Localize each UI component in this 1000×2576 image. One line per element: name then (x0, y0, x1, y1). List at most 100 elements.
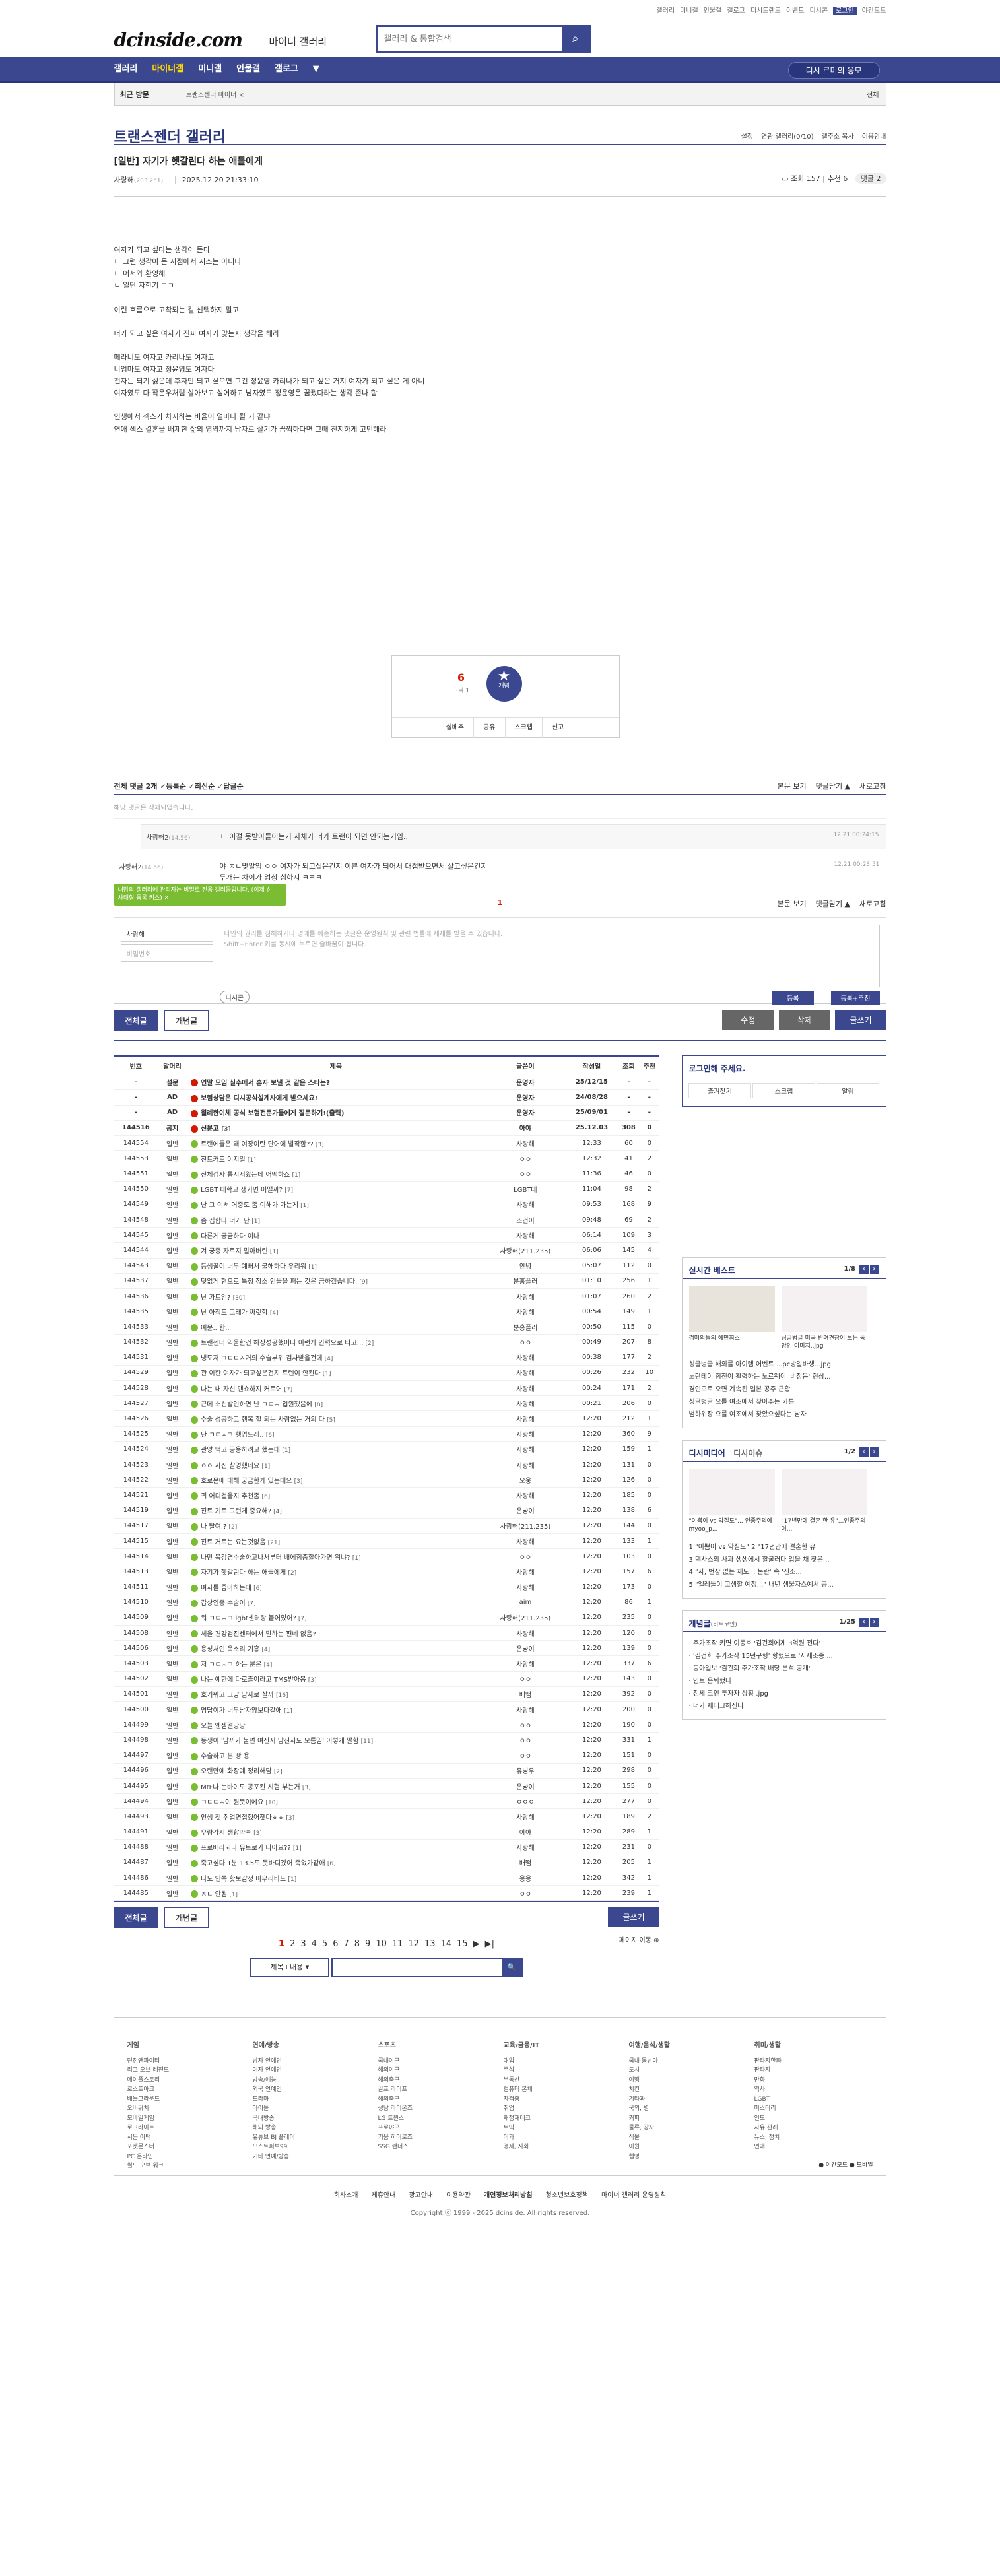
thumb-caption[interactable]: 싱글벙글 미국 반려견장이 보는 동양인 이미지..jpg (782, 1335, 867, 1351)
post-writer[interactable]: 사랑해 (484, 1395, 566, 1412)
post-subject[interactable]: 보험상담은 디시공식설계사에게 받으세요! (187, 1089, 485, 1106)
post-subject[interactable]: 수술 성공하고 행복 할 되는 사람없는 거의 다 [5] (187, 1410, 485, 1427)
post-writer[interactable]: ㅇㅇ (484, 1748, 566, 1764)
last-page-icon[interactable]: ▶| (485, 1939, 494, 1949)
page-link[interactable]: 2 (290, 1939, 295, 1949)
post-subject[interactable]: 진트 기트 그런게 중요해? [4] (187, 1503, 485, 1519)
recent-visit-label[interactable]: 최근 방문 (120, 89, 149, 100)
table-row[interactable]: - 설문 연말 모임 실수에서 혼자 보낼 것 같은 스타는? 운영자 25/12/1… (114, 1074, 659, 1090)
comment-nick[interactable]: 사랑해2(14.56) (147, 832, 191, 842)
table-row[interactable]: 144527 일반 근데 소신발언하면 난 ㄱㄷㅅ 입원했음에 [8] 사랑해 00:2… (114, 1395, 659, 1412)
table-row[interactable]: 144544 일반 겨 궁증 자르지 말아버린 [1] 사랑해(211.235) 06:… (114, 1242, 659, 1259)
post-subject[interactable]: 나만 복강경수술하고나서부터 배에힘줌할아가면 위냐? [1] (187, 1548, 485, 1565)
post-writer[interactable]: 사랑해 (484, 1410, 566, 1427)
post-writer[interactable]: 배떰 (484, 1686, 566, 1702)
post-subject-text[interactable]: 수술하고 본 빵 용 (201, 1753, 250, 1760)
footer-link[interactable]: 재정재테크 (504, 2114, 583, 2124)
footer-link[interactable]: 국내 동남아 (629, 2057, 708, 2066)
post-subject[interactable]: 자기가 헷갈린다 하는 애들에게 [2] (187, 1564, 485, 1580)
table-row[interactable]: - AD 보험상담은 디시공식설계사에게 받으세요! 운영자 24/08/28- - (114, 1089, 659, 1106)
topnav-item[interactable]: 갤로그 (727, 7, 745, 15)
footer-link[interactable]: 아이돌 (253, 2104, 332, 2114)
footer-link[interactable]: 웹영 (629, 2152, 708, 2162)
post-subject-text[interactable]: 신체검사 통지서왔는데 어떡하죠 (201, 1172, 292, 1179)
table-row[interactable]: 144525 일반 난 ㄱㄷㅅㄱ 행업드래.. [6] 사랑해 12:20 360 9 (114, 1426, 659, 1442)
table-row[interactable]: 144537 일반 덧없게 혐오로 특정 장소 인들을 퍼는 것은 금하겠습니다. … (114, 1273, 659, 1289)
post-writer[interactable]: 용용 (484, 1870, 566, 1886)
side-list-item[interactable]: · 동아일보 '김건희 주가조작 배당 분석 공개' (689, 1663, 879, 1675)
close-icon[interactable]: ✕ (164, 895, 170, 902)
post-writer[interactable]: ㅇㅇ (484, 1166, 566, 1182)
comment-password-input[interactable]: 비밀번호 (120, 944, 213, 962)
side-list-item[interactable]: 4 "자, 번상 없는 재도... 논란' 속 '진소... (689, 1566, 879, 1579)
side-list-item[interactable]: 싱글벙글 해외를 아이템 어벤트 ...pc방알바생...jpg (689, 1358, 879, 1371)
post-subject-text[interactable]: 보험상담은 디시공식설계사에게 받으세요! (201, 1095, 317, 1102)
post-subject[interactable]: 세울 견강검진센터에서 말하는 편네 없음? (187, 1625, 485, 1641)
thumb-caption[interactable]: 검머외들의 혜민희스 (689, 1335, 775, 1343)
side-list-item[interactable]: 범하위장 요를 여조에서 찾았으싶다는 남자 (689, 1408, 879, 1421)
post-writer[interactable]: 사랑해 (484, 1426, 566, 1442)
post-writer[interactable]: 조건이 (484, 1212, 566, 1228)
write-button[interactable]: 글쓰기 (835, 1010, 886, 1030)
post-writer[interactable]: ㅇㅇ (484, 1548, 566, 1565)
footer-link[interactable]: 부동산 (504, 2076, 583, 2086)
post-subject-text[interactable]: 동생이 '남끼가 불면 여진지 남진지도 모름임' 이렇게 말함 (201, 1738, 361, 1745)
footer-link[interactable]: 만화 (754, 2076, 834, 2086)
post-subject-text[interactable]: ㄱㄷㄷㅅ이 원뜻이에요 (201, 1799, 265, 1806)
footer-column-title[interactable]: 스포츠 (378, 2041, 457, 2051)
post-subject-text[interactable]: 워 ㄱㄷㅅㄱ lgbt센터랑 붙어있어? (201, 1615, 298, 1622)
post-subject-text[interactable]: 좀 집합다 너가 난 (201, 1218, 251, 1225)
page-link[interactable]: 1 (279, 1939, 284, 1949)
footer-link[interactable]: 서든 어택 (127, 2133, 207, 2143)
side-list-item[interactable]: · '김건희 주가조작 15년구형' 향했으로 '사세조종 ... (689, 1650, 879, 1663)
footer-link[interactable]: 컴퓨터 본체 (504, 2085, 583, 2095)
concept-posts-button[interactable]: 개념글 (164, 1010, 209, 1031)
post-subject-text[interactable]: 우람각시 생향막ㅋ (201, 1830, 253, 1837)
post-writer[interactable]: 사랑해 (484, 1808, 566, 1825)
post-writer[interactable]: 운영자 (484, 1089, 566, 1106)
footer-bottom-link[interactable]: 이용약관 (446, 2192, 471, 2199)
post-writer[interactable]: ㅇㅇ (484, 1150, 566, 1167)
table-row[interactable]: 144493 일반 인생 첫 취업면접했어젯다ㅎㅎ [3] 사랑해 12:20 189 2 (114, 1808, 659, 1825)
footer-link[interactable]: 물류, 강사 (629, 2123, 708, 2133)
comment-sort[interactable]: ✓최신순 (186, 782, 215, 791)
post-writer[interactable]: ㅇㅇㅇ (484, 1793, 566, 1810)
footer-link[interactable]: 이원 (629, 2142, 708, 2152)
post-subject-text[interactable]: 프로베라되다 뮤트로가 나아요?? (201, 1845, 293, 1852)
footer-link[interactable]: 유튜브 BJ 플레이 (253, 2133, 332, 2143)
comment-submit-button[interactable]: 등록 (772, 990, 814, 1005)
post-writer[interactable]: 사랑해 (484, 1579, 566, 1595)
table-row[interactable]: 144550 일반 LGBT 대학교 생기면 어떨까? [7] LGBT대 11:04 9… (114, 1181, 659, 1197)
table-row[interactable]: 144486 일반 나도 인쪽 핫보감정 마우리바도 [1] 용용 12:20 342 1 (114, 1870, 659, 1886)
best-thumb-1[interactable] (688, 1285, 775, 1332)
gnb-item[interactable]: 인물갤 (236, 57, 260, 82)
post-comment-count[interactable]: 댓글 2 (855, 173, 886, 184)
concept-box-title[interactable]: 개념글 (689, 1619, 711, 1628)
login-prompt[interactable]: 로그인해 주세요. (689, 1063, 746, 1074)
post-subject[interactable]: 오늘 엔젬걸당당 (187, 1717, 485, 1733)
page-link[interactable]: 14 (441, 1939, 452, 1949)
table-row[interactable]: 144545 일반 다른게 궁금하다 이나 사랑해 06:14 109 3 (114, 1227, 659, 1243)
post-subject[interactable]: 난 가트임? [30] (187, 1288, 485, 1305)
gnb-item[interactable]: 미니갤 (198, 57, 222, 82)
login-box-button[interactable]: 알림 (817, 1082, 879, 1098)
table-row[interactable]: 144487 일반 죽고싶다 1분 13.5도 뭇바디겠어 죽었가같애 [6] 배떰 1… (114, 1855, 659, 1871)
footer-link[interactable]: 도시 (629, 2066, 708, 2076)
all-posts-button-bottom[interactable]: 전체글 (114, 1907, 158, 1929)
footer-link[interactable]: 여행 (629, 2076, 708, 2086)
realtime-best-title[interactable]: 실시간 베스트 (689, 1266, 735, 1275)
concept-posts-button-bottom[interactable]: 개념글 (164, 1907, 209, 1929)
post-subject[interactable]: 죽고싶다 1분 13.5도 뭇바디겠어 죽었가같애 [6] (187, 1855, 485, 1871)
table-row[interactable]: 144491 일반 우람각시 생향막ㅋ [3] 아야 12:20 289 1 (114, 1824, 659, 1840)
footer-link[interactable]: LGBT (754, 2095, 834, 2105)
side-list-item[interactable]: · 인트 은퇴했다 (689, 1675, 879, 1688)
comment-sort[interactable]: ✓답글순 (215, 782, 244, 791)
gnb-item[interactable]: 마이너갤 (152, 57, 183, 82)
table-row[interactable]: 144496 일반 오랜만에 화장예 정리해담 [2] 유닝우 12:20 298 0 (114, 1763, 659, 1779)
post-subject[interactable]: 수술하고 본 빵 용 (187, 1748, 485, 1764)
login-box-button[interactable]: 즐겨찾기 (688, 1082, 751, 1098)
post-writer[interactable]: 배떰 (484, 1855, 566, 1871)
post-subject[interactable]: 나는 예한에 다로즐이라고 TMS받아봄 [3] (187, 1671, 485, 1687)
post-subject[interactable]: 냉도저 ㄱㄷㄷㅅ거의 수술부위 검사받을건데 [4] (187, 1350, 485, 1366)
post-subject-text[interactable]: 용성처인 옥소리 기흥 (201, 1646, 261, 1653)
